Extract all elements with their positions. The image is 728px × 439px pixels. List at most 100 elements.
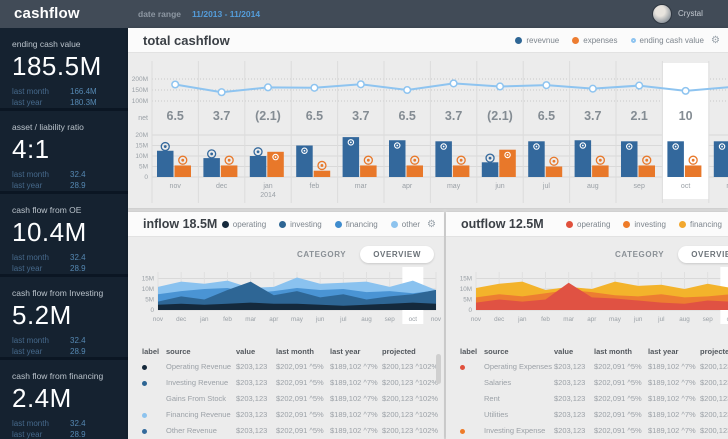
month-label: aug: [679, 316, 690, 323]
legend-label: other: [401, 220, 420, 229]
table-row: Utilities $203,123 $202,091 ^5% $189,102 ^7…: [446, 407, 728, 423]
net-value: 2.1: [631, 109, 648, 123]
total-cashflow-chart[interactable]: 200M 150M 100M 20M 15M 10M 5M 0 net 6.5 nov 3.7 dec (…: [128, 53, 728, 208]
line-point-marker: [542, 81, 551, 90]
overview-button[interactable]: OVERVIEW: [678, 245, 728, 263]
sidebar-metric-ending-cash-value[interactable]: ending cash value 185.5M last month 166.4…: [0, 28, 128, 108]
svg-text:5M: 5M: [145, 297, 154, 304]
expense-bar[interactable]: [313, 170, 331, 177]
expense-bar[interactable]: [638, 165, 656, 177]
date-range-picker[interactable]: 11/2013 - 11/2014: [192, 0, 260, 28]
legend-dot-icon: [221, 221, 229, 228]
table-header-row: label source value last month last year proje…: [128, 344, 444, 359]
cell-source: Investing Expense: [484, 426, 546, 435]
legend-dot-icon: [334, 221, 342, 228]
overview-button[interactable]: OVERVIEW: [360, 245, 434, 263]
cell-source: Gains From Stock: [166, 394, 227, 403]
cell-projected: $200,123 ^102%: [700, 426, 728, 435]
month-label: feb: [310, 183, 320, 190]
month-label: jun: [494, 183, 504, 190]
cell-last_month: $202,091 ^5%: [594, 426, 642, 435]
category-button[interactable]: CATEGORY: [615, 250, 664, 259]
cell-value: $203,123: [554, 410, 586, 419]
cell-value: $203,123: [236, 394, 268, 403]
cell-value: $203,123: [236, 410, 268, 419]
net-value: 3.7: [213, 109, 230, 123]
column-header: last month: [276, 347, 314, 356]
cell-last_month: $202,091 ^5%: [276, 378, 324, 387]
legend-item-ending-cash-value[interactable]: ending cash value: [630, 36, 705, 45]
table-row: Investing Revenue $203,123 $202,091 ^5% $18…: [128, 375, 444, 391]
legend-item-investing[interactable]: investing: [279, 220, 322, 229]
legend-label: ending cash value: [639, 36, 705, 45]
inflow-area-chart[interactable]: 15M 10M 5M 0 nov dec jan feb mar apr may jun jul aug s…: [128, 264, 444, 328]
expense-bar[interactable]: [220, 165, 238, 177]
cell-source: Operating Revenue: [166, 362, 232, 371]
legend-label: operating: [232, 220, 267, 229]
cell-source: Utilities: [484, 410, 509, 419]
cell-last_month: $202,091 ^5%: [276, 394, 324, 403]
legend-item-operating[interactable]: operating: [566, 220, 610, 229]
legend-dot-icon: [566, 221, 574, 228]
cell-last_year: $189,102 ^7%: [330, 362, 378, 371]
net-value: 3.7: [352, 109, 369, 123]
expense-bar[interactable]: [592, 165, 609, 177]
table-row: Salaries $203,123 $202,091 ^5% $189,102 ^7%…: [446, 375, 728, 391]
expense-bar[interactable]: [174, 165, 192, 177]
revenue-bar[interactable]: [249, 156, 267, 177]
legend-item-other[interactable]: other: [390, 220, 420, 229]
month-label: mar: [245, 316, 256, 323]
month-label: sep: [703, 316, 714, 323]
sidebar-metric-cash-flow-investing[interactable]: cash flow from Investing 5.2M last month…: [0, 277, 128, 357]
month-label: aug: [361, 316, 372, 323]
category-button[interactable]: CATEGORY: [297, 250, 346, 259]
month-label: nov: [471, 316, 482, 323]
total-legend: revevnue expenses ending cash value: [515, 28, 704, 53]
outflow-panel: outflow 12.5M operating investing financin…: [446, 212, 728, 439]
legend-dot-icon: [390, 221, 398, 228]
expense-bar[interactable]: [684, 165, 702, 177]
metric-label: ending cash value: [12, 39, 81, 49]
sidebar-metric-cash-flow-financing[interactable]: cash flow from financing 2.4M last month…: [0, 360, 128, 439]
gear-icon[interactable]: ⚙: [711, 28, 720, 53]
last-year-value: 28.9: [70, 181, 86, 190]
expense-bar[interactable]: [406, 165, 424, 177]
month-label: apr: [402, 183, 413, 190]
outflow-area-chart[interactable]: 15M 10M 5M 0 nov dec jan feb mar apr may jun jul aug s…: [446, 264, 728, 328]
last-year-value: 180.3M: [70, 98, 97, 107]
legend-item-investing[interactable]: investing: [623, 220, 666, 229]
cell-projected: $200,123 ^102%: [700, 362, 728, 371]
expense-bar[interactable]: [360, 165, 377, 177]
legend-item-operating[interactable]: operating: [221, 220, 267, 229]
label-cell: [460, 407, 484, 423]
month-label: apr: [269, 316, 278, 323]
dashboard-screen: cashflow date range 11/2013 - 11/2014 Cr…: [0, 0, 728, 439]
sidebar-metric-asset-liability-ratio[interactable]: asset / liability ratio 4:1 last month 32…: [0, 111, 128, 191]
metric-value: 4:1: [12, 134, 50, 164]
last-year-value: 28.9: [70, 430, 86, 439]
legend-item-financing[interactable]: financing: [678, 220, 722, 229]
revenue-bar[interactable]: [157, 150, 174, 177]
legend-label: financing: [689, 220, 722, 229]
legend-item-revevnue[interactable]: revevnue: [515, 36, 559, 45]
expense-bar[interactable]: [452, 165, 470, 177]
line-point-marker: [588, 84, 597, 93]
sidebar-metric-cash-flow-oe[interactable]: cash flow from OE 10.4M last month 32.4 l…: [0, 194, 128, 274]
gear-icon[interactable]: ⚙: [427, 212, 436, 237]
revenue-bar[interactable]: [481, 162, 499, 177]
cell-last_year: $189,102 ^7%: [330, 410, 378, 419]
net-value: 6.5: [538, 109, 555, 123]
user-avatar[interactable]: [652, 4, 672, 24]
cell-last_month: $202,091 ^5%: [594, 378, 642, 387]
user-name[interactable]: Crystal McAdams: [678, 0, 728, 46]
table-scrollbar[interactable]: [436, 354, 441, 384]
expense-bar[interactable]: [545, 166, 563, 178]
inflow-legend: operating investing financing other: [221, 212, 420, 237]
revenue-bar[interactable]: [203, 158, 220, 177]
month-label: jan: [262, 183, 272, 190]
selected-month-highlight[interactable]: [662, 63, 709, 199]
legend-item-expenses[interactable]: expenses: [572, 36, 618, 45]
cell-last_year: $189,102 ^7%: [330, 426, 378, 435]
month-label: may: [609, 316, 622, 323]
legend-item-financing[interactable]: financing: [334, 220, 378, 229]
